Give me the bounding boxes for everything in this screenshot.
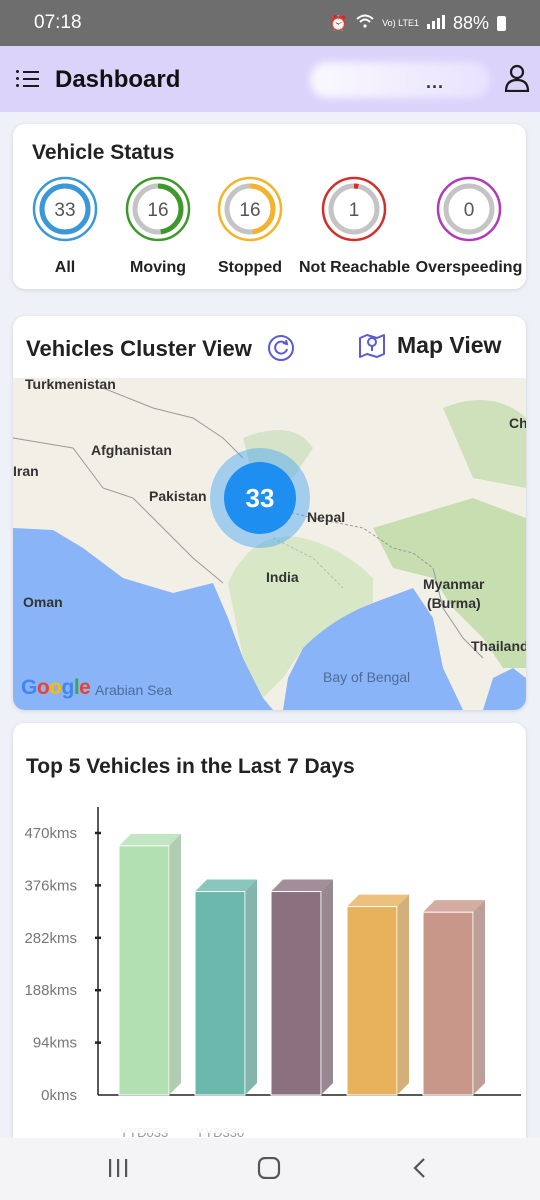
y-tick-label: 282kms (24, 930, 77, 947)
map-label-burma: (Burma) (427, 595, 481, 611)
system-nav-bar (0, 1138, 540, 1200)
back-button[interactable] (411, 1157, 429, 1179)
map-label-thailand: Thailand (471, 638, 526, 654)
status-count: 1 (349, 200, 360, 221)
map-label-china: Ch (509, 415, 526, 431)
vehicle-status-card: Vehicle Status 33 All 16 Moving 16 Stopped 1 No… (13, 124, 526, 289)
bar[interactable] (194, 879, 257, 1096)
bar-front (422, 911, 474, 1096)
map-label-turkmenistan: Turkmenistan (25, 376, 116, 392)
status-icons: ⏰ Vo) LTE1 88% (329, 13, 506, 34)
user-icon[interactable] (504, 64, 530, 92)
status-ring: 1 (321, 176, 387, 242)
status-ring: 16 (217, 176, 283, 242)
status-label: Stopped (218, 259, 282, 276)
battery-percent: 88% (452, 12, 489, 33)
bar-chart: 0kms94kms188kms282kms376kms470kmsYYD033Y… (24, 807, 521, 1140)
username: ... (426, 72, 445, 92)
map-view-button[interactable]: Map View (357, 330, 501, 360)
username-redacted (310, 62, 490, 98)
top-vehicles-card: Top 5 Vehicles in the Last 7 Days 0kms 94… (13, 723, 526, 1153)
bar-front (194, 891, 246, 1096)
page-title: Dashboard (55, 66, 181, 93)
vehicle-status-title: Vehicle Status (32, 141, 175, 164)
map-icon (359, 334, 385, 358)
bar-side-shade (245, 879, 257, 1095)
cluster-view-title: Vehicles Cluster View (26, 336, 252, 361)
status-count: 16 (239, 200, 260, 221)
status-label: Overspeeding (415, 259, 523, 276)
status-ring: 16 (125, 176, 191, 242)
recent-apps-button[interactable] (107, 1158, 129, 1178)
status-bar: 07:18 ⏰ Vo) LTE1 88% (0, 0, 540, 46)
map-label-bay-of-bengal: Bay of Bengal (323, 669, 411, 685)
bar[interactable] (346, 894, 409, 1096)
network-type: Vo) LTE1 (382, 17, 419, 28)
app-header: Dashboard ... (0, 46, 540, 112)
bar-side-shade (169, 833, 181, 1095)
map-label-nepal: Nepal (307, 509, 346, 525)
y-tick-label: 188kms (24, 982, 77, 999)
status-not-reachable[interactable]: 1 Not Reachable (299, 176, 411, 277)
bar-front (346, 906, 398, 1096)
map-label-afghanistan: Afghanistan (91, 442, 172, 458)
map-area[interactable]: Turkmenistan Afghanistan Iran Pakistan N… (13, 376, 526, 710)
menu-icon[interactable] (16, 68, 40, 90)
alarm-icon: ⏰ (329, 15, 349, 32)
y-tick-label: 470kms (24, 825, 77, 842)
map-label-pakistan: Pakistan (149, 488, 207, 504)
cluster-count: 33 (224, 462, 296, 534)
bar[interactable] (422, 900, 485, 1096)
map-label-arabian-sea: Arabian Sea (95, 682, 173, 698)
map-view-label: Map View (397, 331, 502, 358)
status-stopped[interactable]: 16 Stopped (195, 176, 305, 277)
status-count: 33 (54, 200, 75, 221)
signal-icon (426, 13, 445, 34)
status-ring: 0 (436, 176, 502, 242)
map-label-oman: Oman (23, 594, 63, 610)
y-tick-label: 0kms (41, 1087, 77, 1104)
status-label: Not Reachable (299, 259, 411, 276)
google-logo: Google (21, 676, 91, 699)
cluster-map-card: Vehicles Cluster View Map View Turkmenis… (13, 316, 526, 710)
bar-side-shade (321, 879, 333, 1095)
y-tick-label: 376kms (24, 877, 77, 894)
map-label-india: India (266, 569, 299, 585)
bar-side-shade (473, 900, 485, 1095)
bar-front (118, 845, 170, 1096)
bar[interactable] (270, 879, 333, 1096)
vehicle-cluster-marker[interactable]: 33 (210, 448, 310, 548)
map-label-myanmar: Myanmar (423, 576, 485, 592)
map-label-iran: Iran (13, 463, 39, 479)
home-button[interactable] (257, 1157, 281, 1179)
map-header: Vehicles Cluster View Map View (13, 316, 526, 378)
status-count: 16 (147, 200, 168, 221)
battery-icon (497, 15, 506, 31)
bar[interactable] (118, 833, 181, 1096)
bar-side-shade (397, 894, 409, 1095)
status-overspeeding[interactable]: 0 Overspeeding (414, 176, 524, 277)
refresh-icon[interactable] (267, 334, 295, 362)
status-count: 0 (464, 200, 475, 221)
y-tick-label: 94kms (33, 1035, 77, 1052)
x-label-fade (83, 1106, 513, 1133)
bar-front (270, 891, 322, 1096)
status-ring: 33 (32, 176, 98, 242)
status-time: 07:18 (34, 12, 82, 33)
wifi-icon (356, 14, 374, 32)
